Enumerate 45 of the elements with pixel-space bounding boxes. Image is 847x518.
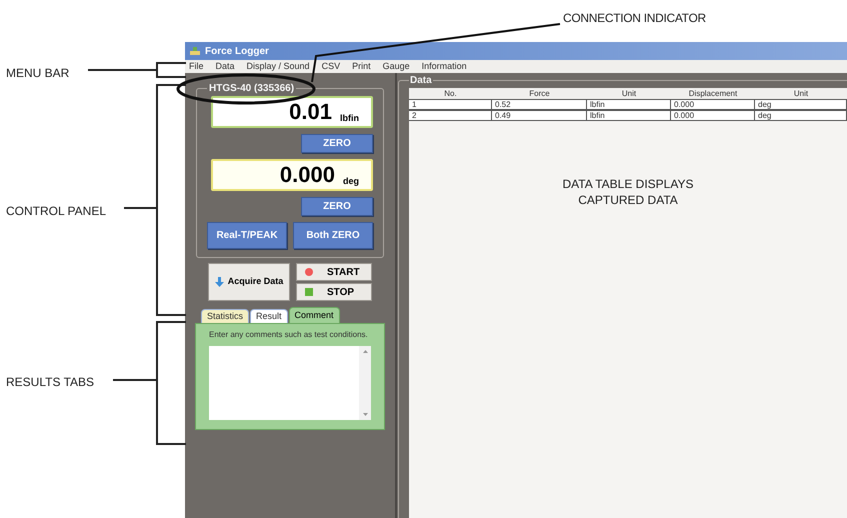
table-cell: deg [755,110,847,121]
zero-button[interactable]: ZERO [301,134,373,153]
tab[interactable]: Comment [288,307,340,323]
menu-item[interactable]: Gauge [382,62,410,71]
menu-item[interactable]: Data [216,62,235,71]
menu-item[interactable]: Display / Sound [246,62,310,71]
table-cell: 1 [409,99,492,110]
menu-item[interactable]: File [189,62,204,71]
callout-label: CONNECTION INDICATOR [563,10,706,27]
callout-label: MENU BAR [6,65,70,82]
reading-value: 0.000 [280,164,335,186]
mode-button[interactable]: Real-T/PEAK [207,222,287,249]
menu-item[interactable]: Print [352,62,371,71]
zero-button[interactable]: ZERO [301,197,373,216]
column-header[interactable]: Unit [755,88,847,99]
reading-unit: lbfin [340,114,359,123]
menu-item[interactable]: CSV [322,62,340,71]
comment-hint: Enter any comments such as test conditions. [209,329,369,341]
table-cell: 0.49 [492,110,587,121]
table-cell: lbfin [587,99,671,110]
connection-indicator: HTGS-40 (335366) [208,82,296,96]
table-cell: deg [755,99,847,110]
column-header[interactable]: No. [409,88,492,99]
window-title: Force Logger [205,44,269,58]
reading-unit: deg [342,177,359,186]
tab[interactable]: Result [250,309,288,323]
column-header[interactable]: Force [492,88,587,99]
callout-label: DATA TABLE DISPLAYS CAPTURED DATA [562,176,694,208]
table-cell: 0.000 [671,110,755,121]
table-cell: 0.000 [671,99,755,110]
start-button[interactable]: START [296,263,372,281]
callout-label: RESULTS TABS [6,374,94,391]
table-cell: lbfin [587,110,671,121]
stop-button[interactable]: STOP [296,283,372,301]
column-header[interactable]: Unit [587,88,671,99]
table-cell: 2 [409,110,492,121]
menu-item[interactable]: Information [422,62,467,71]
group-title: Data [409,74,433,88]
column-header[interactable]: Displacement [671,88,755,99]
mode-button[interactable]: Both ZERO [293,222,373,249]
acquire-data-button[interactable]: Acquire Data [208,263,290,301]
reading-value: 0.01 [289,101,332,123]
table-cell: 0.52 [492,99,587,110]
tab[interactable]: Statistics [201,309,250,323]
callout-label: CONTROL PANEL [6,203,106,220]
